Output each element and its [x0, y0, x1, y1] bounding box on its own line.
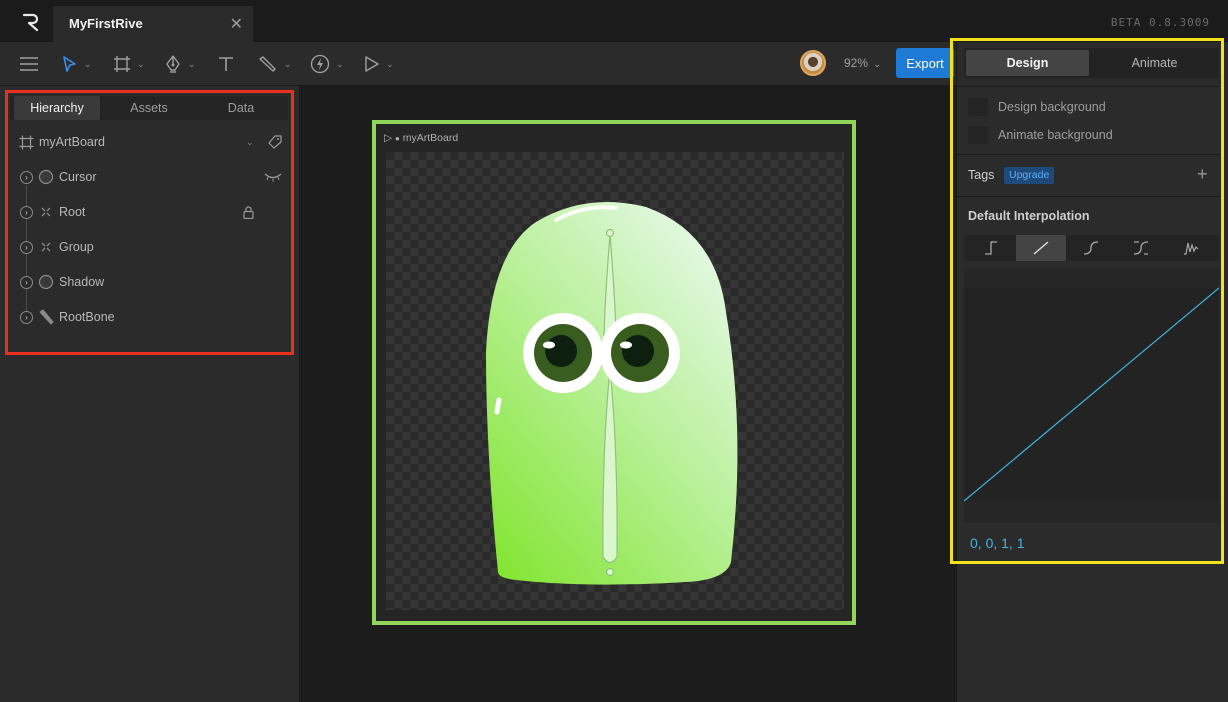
- design-background-swatch[interactable]: [968, 98, 988, 116]
- hierarchy-item-label: Root: [59, 205, 86, 219]
- artboard-label[interactable]: ▷ ● myArtBoard: [384, 132, 458, 144]
- tab-animate[interactable]: Animate: [1092, 50, 1217, 76]
- chevron-down-icon[interactable]: ⌄: [284, 59, 292, 70]
- status-dot-icon: ●: [395, 134, 400, 143]
- eye-closed-icon[interactable]: [264, 172, 282, 182]
- slime-character-artwork[interactable]: [386, 152, 844, 610]
- hierarchy-item-root[interactable]: › Root: [0, 200, 300, 224]
- tab-design[interactable]: Design: [966, 50, 1089, 76]
- expand-toggle[interactable]: ›: [20, 240, 33, 254]
- bone-icon: [39, 309, 54, 324]
- chevron-down-icon[interactable]: ⌄: [188, 59, 196, 70]
- zoom-value: 92%: [844, 56, 869, 70]
- pen-icon: [166, 55, 180, 73]
- animate-background-swatch[interactable]: [968, 126, 988, 144]
- tags-title: Tags: [968, 168, 995, 182]
- play-tool[interactable]: ⌄: [364, 52, 394, 76]
- tab-assets[interactable]: Assets: [106, 96, 192, 120]
- pen-tool[interactable]: ⌄: [164, 52, 196, 76]
- interp-hold-button[interactable]: [966, 235, 1016, 261]
- export-button[interactable]: Export: [896, 48, 954, 78]
- upgrade-badge[interactable]: Upgrade: [1004, 167, 1055, 184]
- rive-logo[interactable]: [14, 8, 48, 36]
- ellipse-icon: [38, 274, 54, 290]
- tab-data[interactable]: Data: [198, 96, 284, 120]
- lock-icon[interactable]: [243, 205, 254, 219]
- elastic-icon: [1184, 242, 1199, 255]
- close-icon[interactable]: ✕: [230, 14, 243, 34]
- ellipse-icon: [38, 169, 54, 185]
- tag-icon[interactable]: [268, 135, 282, 149]
- right-panel-tabs: Design Animate: [964, 48, 1219, 78]
- document-tab[interactable]: MyFirstRive ✕: [53, 6, 253, 42]
- hierarchy-item-shadow[interactable]: › Shadow: [0, 270, 300, 294]
- bone-icon: [259, 56, 276, 72]
- artboard-icon: [114, 56, 130, 72]
- menu-icon[interactable]: [20, 52, 38, 76]
- curve-values: 0, 0, 1, 1: [970, 535, 1025, 551]
- constraint-tool[interactable]: ⌄: [310, 52, 344, 76]
- version-label: BETA 0.8.3009: [1110, 16, 1210, 29]
- animate-background-label: Animate background: [998, 128, 1113, 142]
- play-icon[interactable]: ▷: [384, 132, 392, 144]
- bone-tool[interactable]: ⌄: [258, 52, 292, 76]
- linear-icon: [1033, 241, 1049, 255]
- ease-icon: [1133, 241, 1149, 255]
- design-background-label: Design background: [998, 100, 1106, 114]
- curve-line: [963, 287, 1220, 502]
- divider: [957, 154, 1219, 155]
- cubic-icon: [1083, 241, 1099, 255]
- hierarchy-item-label: Cursor: [59, 170, 97, 184]
- chevron-down-icon[interactable]: ⌄: [137, 59, 145, 70]
- interp-elastic-button[interactable]: [1166, 235, 1216, 261]
- chevron-down-icon[interactable]: ⌄: [246, 137, 254, 148]
- chevron-down-icon: ⌄: [873, 59, 881, 69]
- group-icon: [41, 207, 51, 217]
- chevron-down-icon[interactable]: ⌄: [84, 59, 92, 70]
- divider: [957, 196, 1219, 197]
- hierarchy-item-label: Group: [59, 240, 94, 254]
- hierarchy-item-label: Shadow: [59, 275, 105, 289]
- hierarchy-item-cursor[interactable]: › Cursor: [0, 165, 300, 189]
- lightning-icon: [310, 54, 330, 74]
- group-icon: [41, 242, 51, 252]
- text-tool[interactable]: [217, 52, 235, 76]
- play-icon: [365, 56, 379, 72]
- hold-icon: [985, 241, 997, 255]
- expand-toggle[interactable]: ›: [20, 275, 33, 289]
- artboard-icon: [19, 135, 34, 149]
- text-icon: [219, 57, 233, 71]
- interpolation-curve-graph[interactable]: [963, 268, 1220, 523]
- expand-toggle[interactable]: ›: [20, 310, 33, 324]
- select-icon: [63, 56, 76, 72]
- rive-editor: MyFirstRive ✕ BETA 0.8.3009 ⌄ ⌄ ⌄ ⌄ ⌄ ⌄ …: [0, 0, 1228, 702]
- avatar[interactable]: [800, 50, 826, 76]
- expand-toggle[interactable]: ›: [20, 170, 33, 184]
- select-tool[interactable]: ⌄: [62, 52, 92, 76]
- hierarchy-item-rootbone[interactable]: › RootBone: [0, 305, 300, 329]
- artboard-item-label: myArtBoard: [39, 135, 105, 149]
- left-panel-tabs: Hierarchy Assets Data: [10, 96, 288, 120]
- hierarchy-item-label: RootBone: [59, 310, 115, 324]
- document-tab-title: MyFirstRive: [69, 16, 143, 31]
- artboard-tool[interactable]: ⌄: [113, 52, 145, 76]
- hierarchy-artboard-row[interactable]: myArtBoard ⌄: [0, 130, 300, 154]
- chevron-down-icon[interactable]: ⌄: [336, 59, 344, 70]
- zoom-level[interactable]: 92% ⌄: [844, 56, 881, 70]
- curve-plot: [963, 268, 1220, 523]
- interp-ease-button[interactable]: [1116, 235, 1166, 261]
- expand-toggle[interactable]: ›: [20, 205, 33, 219]
- interpolation-title: Default Interpolation: [968, 209, 1090, 223]
- chevron-down-icon[interactable]: ⌄: [386, 59, 394, 70]
- tab-hierarchy[interactable]: Hierarchy: [14, 96, 100, 120]
- hierarchy-item-group[interactable]: › Group: [0, 235, 300, 259]
- interpolation-mode-bar: [964, 235, 1219, 261]
- interp-linear-button[interactable]: [1016, 235, 1066, 261]
- divider: [957, 86, 1219, 87]
- artboard-title: myArtBoard: [402, 132, 459, 144]
- title-bar: MyFirstRive ✕ BETA 0.8.3009: [0, 0, 1228, 42]
- interp-cubic-button[interactable]: [1066, 235, 1116, 261]
- add-tag-button[interactable]: +: [1197, 164, 1208, 185]
